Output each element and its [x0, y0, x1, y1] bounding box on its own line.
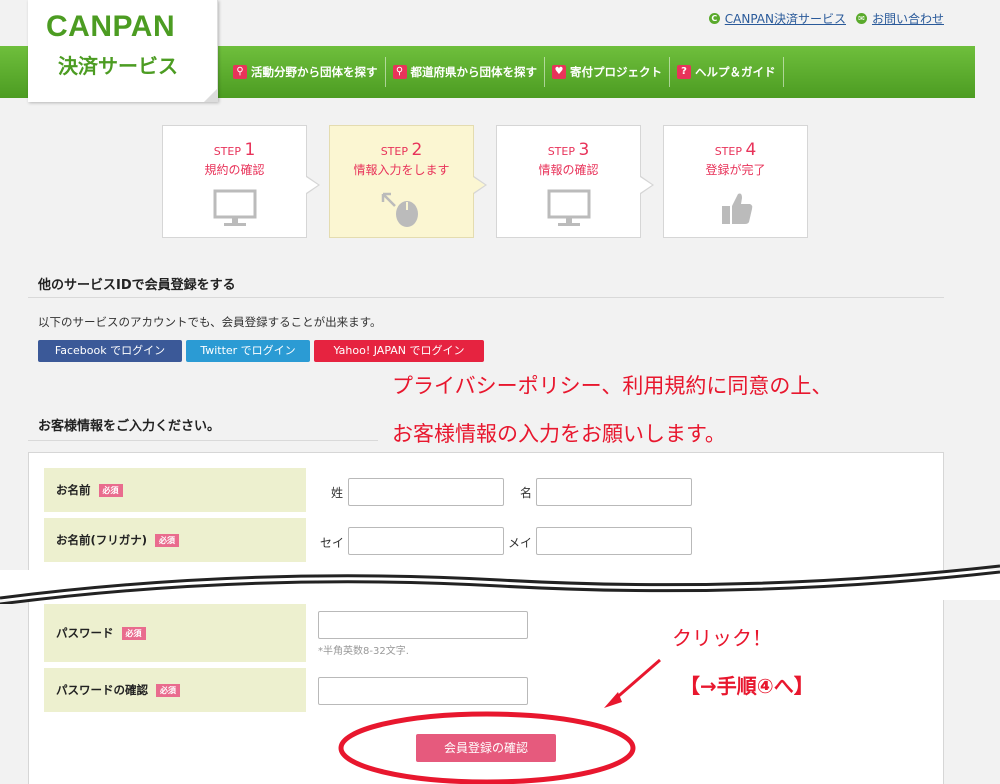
- first-name-input[interactable]: [536, 478, 692, 506]
- required-badge: 必須: [156, 683, 180, 697]
- logo-sub: 決済サービス: [58, 54, 178, 78]
- step-title: 登録が完了: [705, 163, 766, 177]
- step-3: STEP 3 情報の確認: [496, 125, 654, 238]
- instruction-note-line1: プライバシーポリシー、利用規約に同意の上、: [392, 374, 833, 398]
- step-4: STEP 4 登録が完了: [663, 125, 808, 238]
- search-icon: ⚲: [233, 65, 247, 79]
- main-nav: ⚲ 活動分野から団体を探す ⚲ 都道府県から団体を探す ♥ 寄付プロジェクト ?…: [226, 57, 784, 87]
- last-name-label: 姓: [331, 486, 344, 500]
- first-kana-input[interactable]: [536, 527, 692, 555]
- password-confirm-input[interactable]: [318, 677, 528, 705]
- required-badge: 必須: [121, 626, 146, 640]
- step-2: STEP 2 情報入力をします: [329, 125, 487, 238]
- nav-item-label: 寄付プロジェクト: [570, 65, 662, 79]
- click-note: クリック！: [672, 626, 772, 650]
- divider: [28, 440, 378, 441]
- question-icon: ?: [677, 65, 691, 79]
- first-name-label: 名: [520, 486, 533, 500]
- logo[interactable]: CANPAN 決済サービス: [28, 0, 218, 102]
- search-icon: ⚲: [392, 65, 407, 79]
- step-indicator: STEP 1 規約の確認 STEP 2 情報入力をします STEP 3 情報の確…: [162, 125, 830, 238]
- thumbs-up-icon: [721, 193, 752, 224]
- nav-item-help[interactable]: ? ヘルプ＆ガイド: [670, 57, 784, 87]
- social-section-title: 他のサービスIDで会員登録をする: [38, 278, 236, 293]
- page-break-divider: [0, 564, 1000, 604]
- nav-item-label: 活動分野から団体を探す: [251, 65, 378, 79]
- password-label: パスワード: [56, 626, 114, 640]
- canpan-icon: C: [708, 13, 720, 24]
- monitor-icon: [213, 189, 256, 226]
- required-badge: 必須: [155, 533, 180, 547]
- step-title: 情報入力をします: [353, 163, 450, 177]
- facebook-login-button[interactable]: Facebook でログイン: [38, 340, 182, 362]
- password-label-cell: パスワード 必須: [44, 604, 306, 662]
- mouse-icon: [381, 192, 418, 227]
- top-link-canpan[interactable]: C CANPAN決済サービス: [708, 10, 846, 27]
- nav-item-donation[interactable]: ♥ 寄付プロジェクト: [545, 57, 670, 87]
- next-step-note: 【→手順④へ】: [680, 674, 814, 698]
- form-section-title: お客様情報をご入力ください。: [38, 419, 221, 434]
- last-kana-input[interactable]: [348, 527, 504, 555]
- step-title: 情報の確認: [538, 163, 599, 177]
- required-badge: 必須: [98, 483, 123, 497]
- step-1: STEP 1 規約の確認: [162, 125, 320, 238]
- top-link-contact-label: お問い合わせ: [871, 12, 944, 26]
- divider: [28, 297, 944, 298]
- top-links: C CANPAN決済サービス ✉ お問い合わせ: [708, 10, 944, 27]
- password-confirm-label-cell: パスワードの確認 必須: [44, 668, 306, 712]
- twitter-login-button[interactable]: Twitter でログイン: [186, 340, 310, 362]
- pin-icon: ♥: [552, 65, 566, 79]
- password-input[interactable]: [318, 611, 528, 639]
- step-title: 規約の確認: [204, 163, 265, 177]
- yahoo-login-button[interactable]: Yahoo! JAPAN でログイン: [314, 340, 484, 362]
- password-confirm-label: パスワードの確認: [56, 683, 148, 697]
- first-kana-label: メイ: [508, 536, 533, 550]
- kana-label-cell: お名前(フリガナ) 必須: [44, 518, 306, 562]
- mail-icon: ✉: [855, 13, 867, 24]
- name-label-cell: お名前 必須: [44, 468, 306, 512]
- nav-item-label: 都道府県から団体を探す: [410, 65, 538, 79]
- logo-main: CANPAN: [46, 10, 176, 43]
- last-name-input[interactable]: [348, 478, 504, 506]
- kana-label: お名前(フリガナ): [56, 533, 148, 547]
- name-label: お名前: [56, 483, 91, 497]
- social-buttons: Facebook でログイン Twitter でログイン Yahoo! JAPA…: [38, 340, 484, 362]
- nav-item-label: ヘルプ＆ガイド: [695, 65, 776, 79]
- confirm-registration-button[interactable]: 会員登録の確認: [416, 734, 556, 762]
- top-link-canpan-label: CANPAN決済サービス: [724, 12, 846, 26]
- monitor-icon: [547, 189, 590, 226]
- instruction-note-line2: お客様情報の入力をお願いします。: [392, 422, 726, 446]
- last-kana-label: セイ: [320, 536, 345, 550]
- nav-item-prefecture[interactable]: ⚲ 都道府県から団体を探す: [386, 57, 545, 87]
- top-link-contact[interactable]: ✉ お問い合わせ: [855, 10, 944, 27]
- nav-item-field[interactable]: ⚲ 活動分野から団体を探す: [226, 57, 386, 87]
- social-description: 以下のサービスのアカウントでも、会員登録することが出来ます。: [38, 315, 382, 329]
- password-hint: *半角英数8-32文字.: [318, 646, 409, 657]
